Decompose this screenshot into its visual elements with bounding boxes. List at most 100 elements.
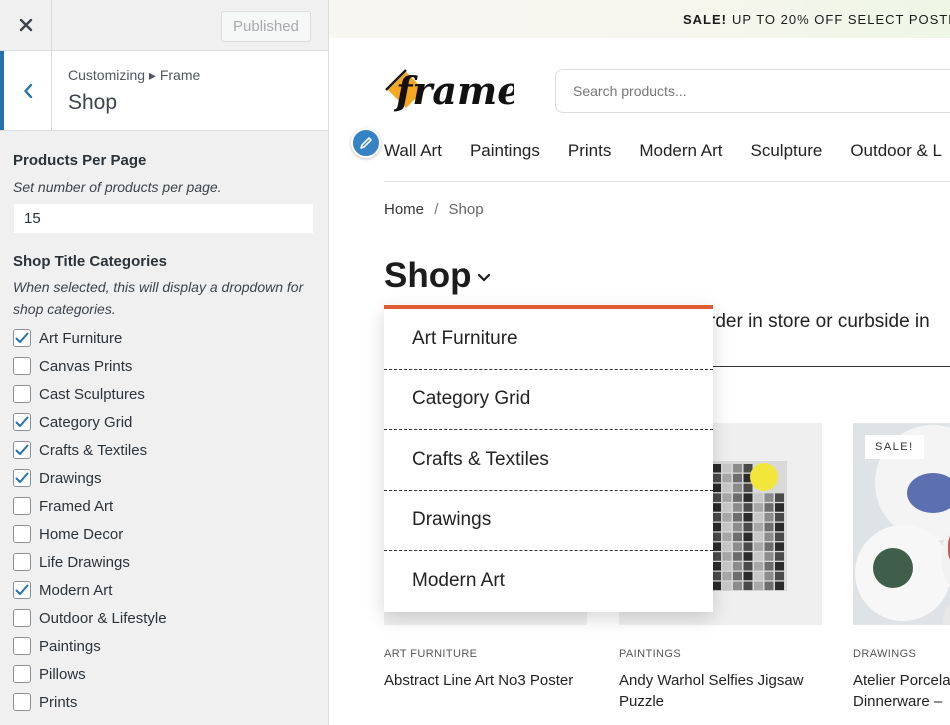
shop-title-categories-description: When selected, this will display a dropd… bbox=[13, 279, 304, 317]
dropdown-item[interactable]: Crafts & Textiles bbox=[384, 430, 713, 491]
dropdown-list: Art Furniture Category Grid Crafts & Texti… bbox=[384, 309, 713, 612]
product-name[interactable]: Abstract Line Art No3 Poster bbox=[384, 670, 584, 691]
products-per-page-description: Set number of products per page. bbox=[13, 179, 222, 195]
puzzle-photo-tile bbox=[733, 513, 742, 522]
category-label[interactable]: Drawings bbox=[39, 470, 102, 487]
puzzle-photo-tile bbox=[733, 581, 742, 591]
category-label[interactable]: Modern Art bbox=[39, 582, 112, 599]
category-option: Modern Art bbox=[13, 576, 315, 604]
category-label[interactable]: Paintings bbox=[39, 638, 101, 655]
category-checkbox[interactable] bbox=[13, 609, 31, 627]
category-checkbox[interactable] bbox=[13, 469, 31, 487]
puzzle-photo-tile bbox=[743, 503, 753, 512]
category-checkbox[interactable] bbox=[13, 553, 31, 571]
edit-shortcut-button[interactable] bbox=[351, 128, 381, 158]
puzzle-photo-tile bbox=[712, 493, 721, 502]
dropdown-item[interactable]: Drawings bbox=[384, 491, 713, 551]
puzzle-photo-tile bbox=[743, 532, 753, 542]
puzzle-photo-tile bbox=[722, 562, 732, 571]
category-label[interactable]: Pillows bbox=[39, 666, 86, 683]
products-per-page-input[interactable] bbox=[13, 203, 314, 234]
close-customizer-button[interactable] bbox=[0, 0, 52, 50]
puzzle-photo-tile bbox=[754, 513, 763, 522]
puzzle-photo-tile bbox=[775, 562, 784, 571]
puzzle-photo-tile bbox=[712, 552, 721, 561]
products-per-page-title: Products Per Page bbox=[13, 152, 147, 169]
category-checkbox[interactable] bbox=[13, 525, 31, 543]
category-checkbox[interactable] bbox=[13, 637, 31, 655]
puzzle-photo-tile bbox=[754, 493, 763, 502]
puzzle-photo-tile bbox=[733, 552, 742, 561]
category-option: Category Grid bbox=[13, 408, 315, 436]
category-label[interactable]: Category Grid bbox=[39, 414, 132, 431]
published-button[interactable]: Published bbox=[221, 11, 311, 42]
close-icon bbox=[19, 18, 32, 32]
frame-logo[interactable]: frame bbox=[384, 66, 514, 114]
puzzle-photo-tile bbox=[712, 473, 721, 483]
product-category[interactable]: ART FURNITURE bbox=[384, 648, 477, 660]
category-label[interactable]: Outdoor & Lifestyle bbox=[39, 610, 167, 627]
category-checkbox[interactable] bbox=[13, 497, 31, 515]
nav-item[interactable]: Outdoor & L bbox=[850, 141, 942, 161]
puzzle-photo-tile bbox=[775, 571, 784, 581]
chevron-left-icon bbox=[23, 83, 32, 98]
breadcrumb-separator: / bbox=[434, 201, 439, 218]
category-option: Canvas Prints bbox=[13, 352, 315, 380]
puzzle-photo-tile bbox=[722, 473, 732, 483]
promo-sale-label: SALE! bbox=[683, 11, 727, 27]
puzzle-photo-tile bbox=[722, 503, 732, 512]
product-name[interactable]: Atelier Porcela Dinnerware – bbox=[853, 670, 950, 712]
puzzle-photo-tile bbox=[712, 503, 721, 512]
product-search-input[interactable]: Search products... bbox=[555, 69, 950, 113]
puzzle-photo-tile bbox=[743, 464, 753, 473]
product-category[interactable]: DRAWINGS bbox=[853, 648, 916, 660]
nav-item[interactable]: Paintings bbox=[470, 141, 540, 161]
dropdown-item[interactable]: Art Furniture bbox=[384, 309, 713, 370]
nav-item[interactable]: Modern Art bbox=[639, 141, 722, 161]
product-image[interactable]: SALE! bbox=[853, 423, 950, 625]
category-checkbox[interactable] bbox=[13, 665, 31, 683]
category-checkbox[interactable] bbox=[13, 441, 31, 459]
category-label[interactable]: Crafts & Textiles bbox=[39, 442, 147, 459]
category-label[interactable]: Canvas Prints bbox=[39, 358, 132, 375]
puzzle-photo-tile bbox=[754, 581, 763, 591]
shop-title-dropdown-toggle[interactable]: Shop bbox=[384, 256, 491, 296]
category-checkbox[interactable] bbox=[13, 693, 31, 711]
category-option: Cast Sculptures bbox=[13, 380, 315, 408]
category-label[interactable]: Home Decor bbox=[39, 526, 123, 543]
category-checkbox[interactable] bbox=[13, 385, 31, 403]
puzzle-photo-tile bbox=[754, 532, 763, 542]
dropdown-item[interactable]: Modern Art bbox=[384, 551, 713, 612]
puzzle-photo-tile bbox=[775, 581, 784, 591]
category-checkbox[interactable] bbox=[13, 329, 31, 347]
chevron-down-icon bbox=[478, 273, 491, 282]
puzzle-photo-tile bbox=[775, 513, 784, 522]
puzzle-photo-tile bbox=[743, 542, 753, 551]
breadcrumb-home-link[interactable]: Home bbox=[384, 201, 424, 218]
category-option: Home Decor bbox=[13, 520, 315, 548]
back-button[interactable] bbox=[0, 51, 52, 130]
puzzle-photo-tile bbox=[754, 562, 763, 571]
category-label[interactable]: Art Furniture bbox=[39, 330, 122, 347]
puzzle-photo-tile bbox=[775, 552, 784, 561]
customizer-sidebar: Published Customizing ▸ Frame Shop Produ… bbox=[0, 0, 329, 725]
category-checkbox[interactable] bbox=[13, 413, 31, 431]
category-checkbox[interactable] bbox=[13, 581, 31, 599]
category-label[interactable]: Cast Sculptures bbox=[39, 386, 145, 403]
category-checkbox[interactable] bbox=[13, 357, 31, 375]
main-navigation: Wall Art Paintings Prints Modern Art Sculptu… bbox=[384, 141, 950, 161]
dropdown-item[interactable]: Category Grid bbox=[384, 370, 713, 430]
puzzle-photo-tile bbox=[764, 532, 774, 542]
nav-item[interactable]: Prints bbox=[568, 141, 611, 161]
nav-item[interactable]: Sculpture bbox=[751, 141, 823, 161]
puzzle-photo-tile bbox=[712, 513, 721, 522]
category-label[interactable]: Framed Art bbox=[39, 498, 113, 515]
puzzle-photo-tile bbox=[743, 552, 753, 561]
product-name[interactable]: Andy Warhol Selfies Jigsaw Puzzle bbox=[619, 670, 819, 712]
product-category[interactable]: PAINTINGS bbox=[619, 648, 681, 660]
category-label[interactable]: Prints bbox=[39, 694, 77, 711]
nav-item[interactable]: Wall Art bbox=[384, 141, 442, 161]
category-label[interactable]: Life Drawings bbox=[39, 554, 130, 571]
customizer-breadcrumb: Customizing ▸ Frame bbox=[68, 67, 201, 83]
puzzle-photo-tile bbox=[733, 464, 742, 473]
